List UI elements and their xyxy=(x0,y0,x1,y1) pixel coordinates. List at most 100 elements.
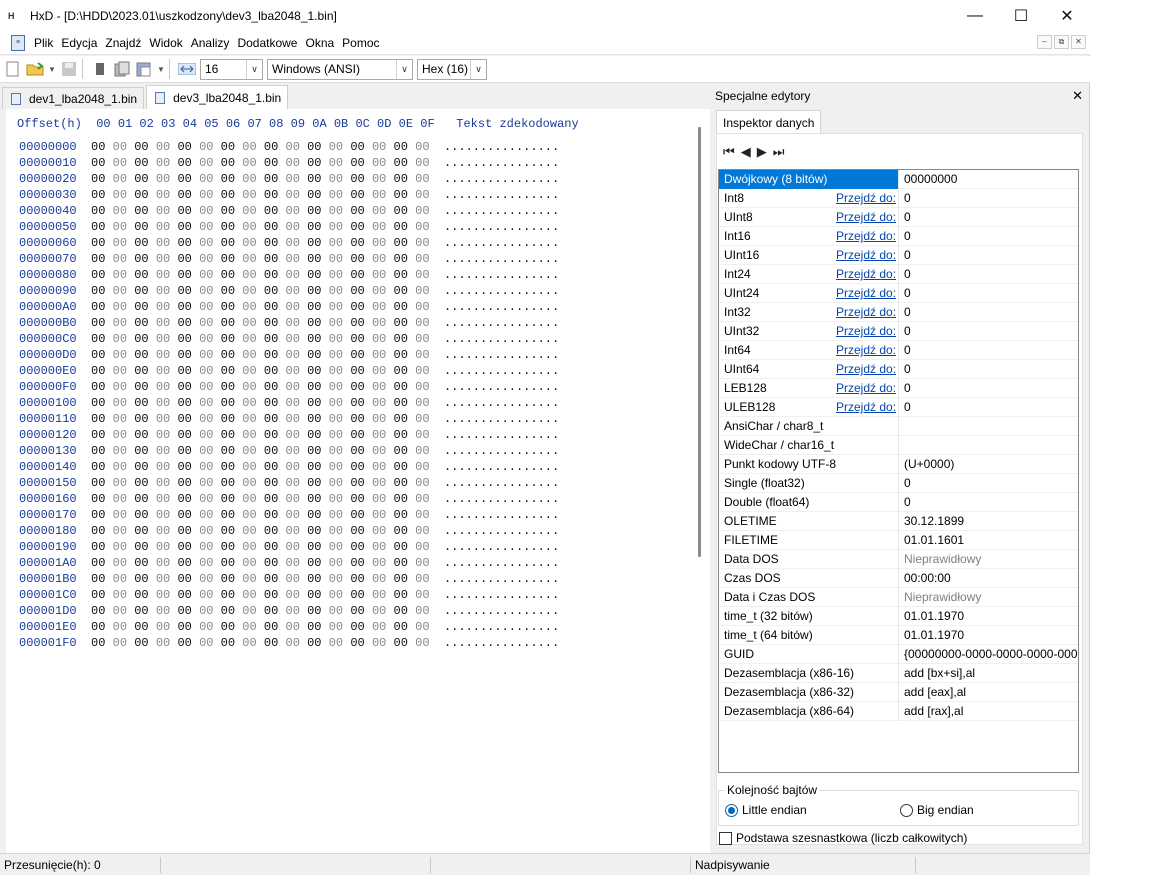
inspector-row[interactable]: Dezasemblacja (x86-64) add [rax],al xyxy=(719,702,1078,721)
hex-byte[interactable]: 00 xyxy=(134,204,148,218)
hex-row[interactable]: 00000030 00 00 00 00 00 00 00 00 00 00 0… xyxy=(19,187,559,203)
decoded-text[interactable]: ................ xyxy=(444,140,559,154)
hex-row[interactable]: 00000010 00 00 00 00 00 00 00 00 00 00 0… xyxy=(19,155,559,171)
hex-byte[interactable]: 00 xyxy=(415,156,429,170)
hex-byte[interactable]: 00 xyxy=(134,412,148,426)
hex-byte[interactable]: 00 xyxy=(307,316,321,330)
hex-byte[interactable]: 00 xyxy=(113,252,127,266)
hex-byte[interactable]: 00 xyxy=(113,572,127,586)
hex-byte[interactable]: 00 xyxy=(307,252,321,266)
hex-byte[interactable]: 00 xyxy=(329,316,343,330)
hex-byte[interactable]: 00 xyxy=(113,348,127,362)
hex-byte[interactable]: 00 xyxy=(394,556,408,570)
tab-dev3[interactable]: dev3_lba2048_1.bin xyxy=(146,85,289,109)
inspector-row[interactable]: Int8 Przejdź do: 0 xyxy=(719,189,1078,208)
hex-byte[interactable]: 00 xyxy=(199,588,213,602)
hex-byte[interactable]: 00 xyxy=(286,428,300,442)
hex-byte[interactable]: 00 xyxy=(286,524,300,538)
inspector-row[interactable]: Single (float32) 0 xyxy=(719,474,1078,493)
decoded-text[interactable]: ................ xyxy=(444,540,559,554)
hex-byte[interactable]: 00 xyxy=(199,620,213,634)
hex-byte[interactable]: 00 xyxy=(350,396,364,410)
hex-byte[interactable]: 00 xyxy=(415,476,429,490)
hex-byte[interactable]: 00 xyxy=(242,156,256,170)
hex-byte[interactable]: 00 xyxy=(134,252,148,266)
mdi-close-button[interactable]: ✕ xyxy=(1071,35,1086,49)
hex-byte[interactable]: 00 xyxy=(91,476,105,490)
inspector-row[interactable]: UInt32 Przejdź do: 0 xyxy=(719,322,1078,341)
hex-byte[interactable]: 00 xyxy=(91,284,105,298)
goto-link[interactable]: Przejdź do: xyxy=(836,362,896,376)
hex-byte[interactable]: 00 xyxy=(307,364,321,378)
hex-byte[interactable]: 00 xyxy=(134,284,148,298)
save-icon[interactable] xyxy=(60,60,78,78)
hex-row[interactable]: 00000000 00 00 00 00 00 00 00 00 00 00 0… xyxy=(19,139,559,155)
document-icon[interactable]: ≡ xyxy=(11,34,25,51)
hex-byte[interactable]: 00 xyxy=(156,188,170,202)
hex-byte[interactable]: 00 xyxy=(264,556,278,570)
decoded-text[interactable]: ................ xyxy=(444,268,559,282)
hex-byte[interactable]: 00 xyxy=(199,540,213,554)
hex-byte[interactable]: 00 xyxy=(91,524,105,538)
hex-byte[interactable]: 00 xyxy=(91,572,105,586)
goto-link[interactable]: Przejdź do: xyxy=(836,343,896,357)
hex-byte[interactable]: 00 xyxy=(415,300,429,314)
hex-byte[interactable]: 00 xyxy=(372,220,386,234)
decoded-text[interactable]: ................ xyxy=(444,332,559,346)
hex-byte[interactable]: 00 xyxy=(264,636,278,650)
hex-byte[interactable]: 00 xyxy=(156,220,170,234)
hex-byte[interactable]: 00 xyxy=(415,556,429,570)
hex-byte[interactable]: 00 xyxy=(415,316,429,330)
hex-byte[interactable]: 00 xyxy=(156,604,170,618)
hex-byte[interactable]: 00 xyxy=(221,508,235,522)
hex-byte[interactable]: 00 xyxy=(242,460,256,474)
hex-byte[interactable]: 00 xyxy=(372,556,386,570)
hex-row[interactable]: 00000120 00 00 00 00 00 00 00 00 00 00 0… xyxy=(19,427,559,443)
inspector-row[interactable]: OLETIME 30.12.1899 xyxy=(719,512,1078,531)
hex-byte[interactable]: 00 xyxy=(350,236,364,250)
inspector-row[interactable]: WideChar / char16_t xyxy=(719,436,1078,455)
hex-byte[interactable]: 00 xyxy=(307,492,321,506)
inspector-value[interactable]: add [rax],al xyxy=(898,702,1078,721)
hex-byte[interactable]: 00 xyxy=(242,620,256,634)
hex-byte[interactable]: 00 xyxy=(199,316,213,330)
hex-byte[interactable]: 00 xyxy=(177,556,191,570)
hex-byte[interactable]: 00 xyxy=(372,588,386,602)
hex-byte[interactable]: 00 xyxy=(394,428,408,442)
hex-byte[interactable]: 00 xyxy=(307,204,321,218)
panel-close-icon[interactable]: ✕ xyxy=(1072,88,1083,104)
hex-byte[interactable]: 00 xyxy=(177,444,191,458)
hex-byte[interactable]: 00 xyxy=(329,140,343,154)
hex-byte[interactable]: 00 xyxy=(286,236,300,250)
hex-byte[interactable]: 00 xyxy=(221,268,235,282)
inspector-value[interactable]: 0 xyxy=(898,208,1078,227)
vertical-scrollbar[interactable] xyxy=(697,113,705,853)
hex-byte[interactable]: 00 xyxy=(394,284,408,298)
hex-byte[interactable]: 00 xyxy=(156,252,170,266)
hex-byte[interactable]: 00 xyxy=(242,332,256,346)
hex-byte[interactable]: 00 xyxy=(156,524,170,538)
hex-byte[interactable]: 00 xyxy=(394,572,408,586)
hex-byte[interactable]: 00 xyxy=(286,300,300,314)
hex-row[interactable]: 000000A0 00 00 00 00 00 00 00 00 00 00 0… xyxy=(19,299,559,315)
hex-byte[interactable]: 00 xyxy=(350,524,364,538)
hex-byte[interactable]: 00 xyxy=(113,364,127,378)
tab-data-inspector[interactable]: Inspektor danych xyxy=(716,110,822,134)
hex-byte[interactable]: 00 xyxy=(415,380,429,394)
hex-byte[interactable]: 00 xyxy=(199,476,213,490)
hex-byte[interactable]: 00 xyxy=(264,316,278,330)
menu-edycja[interactable]: Edycja xyxy=(57,36,101,50)
hex-byte[interactable]: 00 xyxy=(134,492,148,506)
inspector-row[interactable]: Data DOS Nieprawidłowy xyxy=(719,550,1078,569)
hex-byte[interactable]: 00 xyxy=(286,508,300,522)
hex-byte[interactable]: 00 xyxy=(394,300,408,314)
hex-byte[interactable]: 00 xyxy=(350,508,364,522)
hex-byte[interactable]: 00 xyxy=(415,172,429,186)
hex-byte[interactable]: 00 xyxy=(329,220,343,234)
inspector-value[interactable] xyxy=(898,417,1078,436)
hex-byte[interactable]: 00 xyxy=(415,252,429,266)
hex-byte[interactable]: 00 xyxy=(221,444,235,458)
hex-byte[interactable]: 00 xyxy=(350,284,364,298)
decoded-text[interactable]: ................ xyxy=(444,636,559,650)
hex-byte[interactable]: 00 xyxy=(91,396,105,410)
